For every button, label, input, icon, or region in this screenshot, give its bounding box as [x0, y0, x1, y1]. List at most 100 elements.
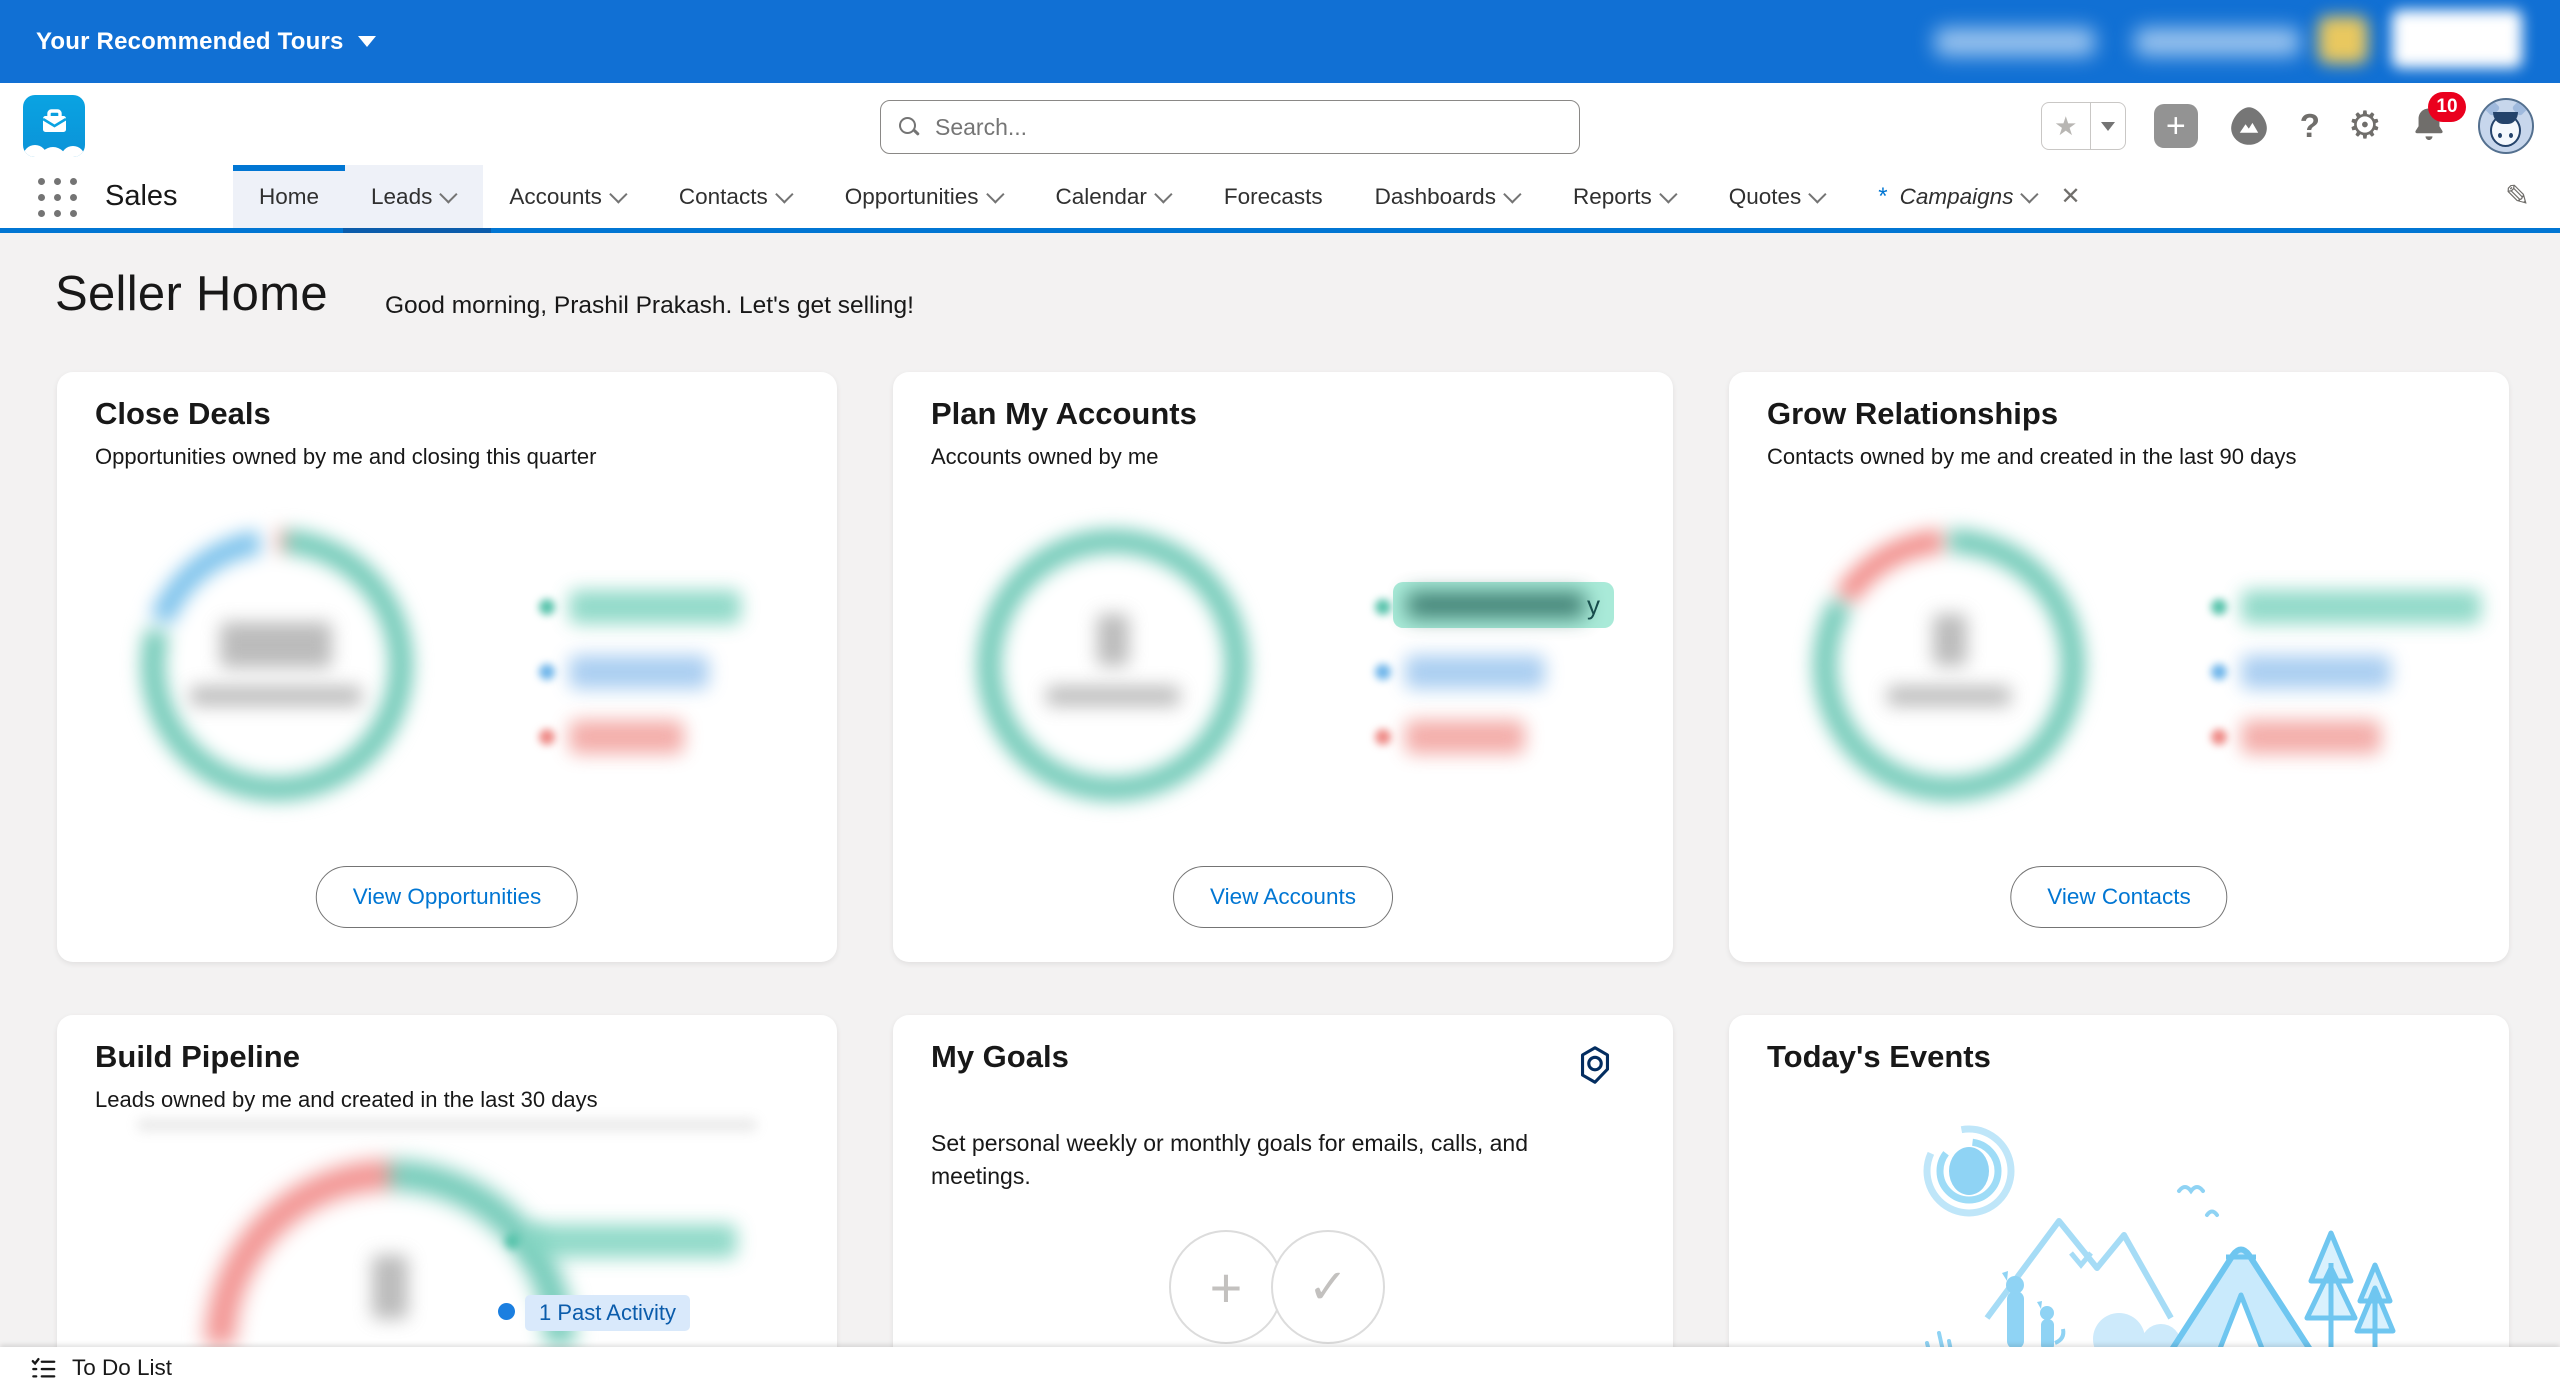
card-todays-events: Today's Events [1729, 1015, 2509, 1389]
tab-campaigns-temporary[interactable]: * Campaigns ✕ [1852, 165, 2106, 228]
notifications-button[interactable]: 10 [2410, 92, 2466, 148]
card-title: Today's Events [1767, 1039, 1991, 1074]
favorites-dropdown-icon[interactable] [2091, 103, 2125, 149]
goals-settings-icon[interactable] [1573, 1043, 1617, 1092]
tab-calendar[interactable]: Calendar [1030, 165, 1198, 228]
legend-dot-teal [539, 599, 555, 615]
chevron-down-icon[interactable] [1808, 185, 1827, 204]
card-title: Grow Relationships [1767, 396, 2059, 431]
card-title: Plan My Accounts [931, 396, 1197, 431]
edit-navigation-pencil-icon[interactable]: ✎ [2505, 165, 2530, 228]
help-icon[interactable]: ? [2300, 107, 2320, 145]
nav-underline-active-segment [343, 228, 491, 233]
nav-tabs: Home Leads Accounts Contacts Opportuniti… [233, 165, 2107, 228]
card-title: Build Pipeline [95, 1039, 300, 1074]
top-announcement-bar: Your Recommended Tours [0, 0, 2560, 83]
redacted-donut-label [1887, 686, 2011, 706]
recommended-tours-dropdown[interactable]: Your Recommended Tours [36, 0, 376, 83]
chevron-down-icon[interactable] [2020, 185, 2040, 204]
tab-opportunities[interactable]: Opportunities [819, 165, 1030, 228]
app-launcher-icon[interactable] [38, 178, 77, 217]
redacted-donut-label [190, 686, 362, 706]
redacted-donut-value [220, 622, 332, 668]
redacted-donut-value [1933, 614, 1967, 666]
view-contacts-button[interactable]: View Contacts [2010, 866, 2228, 928]
redacted-topbar-link-1[interactable] [1935, 28, 2095, 56]
legend-item-highlighted[interactable]: y [1393, 582, 1614, 628]
todo-checklist-icon [31, 1357, 56, 1378]
view-opportunities-button[interactable]: View Opportunities [315, 866, 579, 928]
unsaved-asterisk: * [1878, 182, 1888, 210]
add-goal-button[interactable]: + [1169, 1230, 1283, 1344]
tab-quotes[interactable]: Quotes [1703, 165, 1853, 228]
favorites-split-button[interactable]: ★ [2040, 102, 2126, 150]
header-utility-icons: ★ + ? ⚙ 10 [2040, 92, 2534, 157]
search-icon [899, 117, 919, 137]
page-title: Seller Home [55, 267, 328, 321]
app-navigation-bar: Sales Home Leads Accounts Contacts Oppor… [0, 165, 2560, 233]
card-subtitle: Accounts owned by me [931, 444, 1159, 469]
redacted-legend-item [569, 655, 709, 689]
user-avatar[interactable] [2478, 98, 2534, 154]
chevron-down-icon[interactable] [774, 185, 794, 204]
redacted-filter-band [137, 1119, 757, 1131]
tab-leads[interactable]: Leads [345, 165, 484, 228]
chevron-down-icon[interactable] [1503, 185, 1522, 204]
legend-dot-blue [498, 1303, 515, 1320]
card-close-deals: Close Deals Opportunities owned by me an… [57, 372, 837, 962]
dropdown-arrow-icon [357, 36, 376, 47]
goals-description: Set personal weekly or monthly goals for… [931, 1130, 1529, 1189]
tab-reports[interactable]: Reports [1547, 165, 1703, 228]
redacted-legend-item [569, 720, 684, 754]
legend-visible-suffix: y [1587, 589, 1600, 620]
current-app-name[interactable]: Sales [105, 165, 178, 228]
setup-gear-icon[interactable]: ⚙ [2348, 107, 2382, 145]
tab-contacts[interactable]: Contacts [653, 165, 819, 228]
todo-list-bar[interactable]: To Do List [0, 1347, 2560, 1389]
global-actions-button[interactable]: + [2153, 104, 2198, 148]
tab-home[interactable]: Home [233, 165, 346, 228]
legend-dot-blue [539, 664, 555, 680]
global-search[interactable] [880, 100, 1580, 154]
redacted-donut-value [1097, 614, 1129, 666]
card-subtitle: Leads owned by me and created in the las… [95, 1087, 598, 1112]
astro-eye [2509, 133, 2513, 138]
salesforce-seller-home: Your Recommended Tours ★ [0, 0, 2560, 1389]
chevron-down-icon[interactable] [1658, 185, 1678, 204]
legend-dot-blue [2211, 664, 2227, 680]
redacted-topbar-button[interactable] [2392, 10, 2522, 68]
legend-dot-red [2211, 729, 2227, 745]
chevron-down-icon[interactable] [1154, 185, 1173, 204]
legend-dot-teal [2211, 599, 2227, 615]
favorite-star-icon[interactable]: ★ [2042, 103, 2091, 149]
redacted-legend-item [525, 1224, 737, 1258]
legend-dot-teal [505, 1233, 521, 1249]
goal-check-button[interactable]: ✓ [1271, 1230, 1385, 1344]
notification-count-badge: 10 [2428, 92, 2466, 122]
tab-forecasts[interactable]: Forecasts [1198, 165, 1349, 228]
redacted-topbar-avatar[interactable] [2318, 16, 2368, 64]
legend-dot-blue [1375, 664, 1391, 680]
view-accounts-button[interactable]: View Accounts [1173, 866, 1393, 928]
close-tab-icon[interactable]: ✕ [2060, 182, 2080, 211]
guidance-center-icon[interactable] [2226, 103, 2272, 149]
redacted-gauge-value [372, 1255, 408, 1319]
sales-app-logo[interactable] [23, 95, 85, 157]
chevron-down-icon[interactable] [439, 185, 458, 204]
greeting-text: Good morning, Prashil Prakash. Let's get… [385, 292, 914, 319]
chevron-down-icon[interactable] [985, 185, 1005, 204]
tab-dashboards[interactable]: Dashboards [1349, 165, 1547, 228]
redacted-donut-label [1046, 686, 1180, 706]
astro-eye [2498, 133, 2502, 138]
card-my-goals: My Goals Set personal weekly or monthly … [893, 1015, 1673, 1389]
tab-accounts[interactable]: Accounts [483, 165, 653, 228]
chevron-down-icon[interactable] [609, 185, 628, 204]
global-header: ★ + ? ⚙ 10 [0, 83, 2560, 165]
redacted-legend-item [2241, 590, 2481, 624]
camping-illustration [1819, 1103, 2419, 1383]
redacted-topbar-link-2[interactable] [2135, 28, 2300, 56]
past-activity-legend-pill[interactable]: 1 Past Activity [525, 1295, 690, 1331]
briefcase-cloud-icon [23, 109, 85, 157]
search-input[interactable] [933, 112, 1561, 142]
recommended-tours-label: Your Recommended Tours [36, 27, 344, 55]
